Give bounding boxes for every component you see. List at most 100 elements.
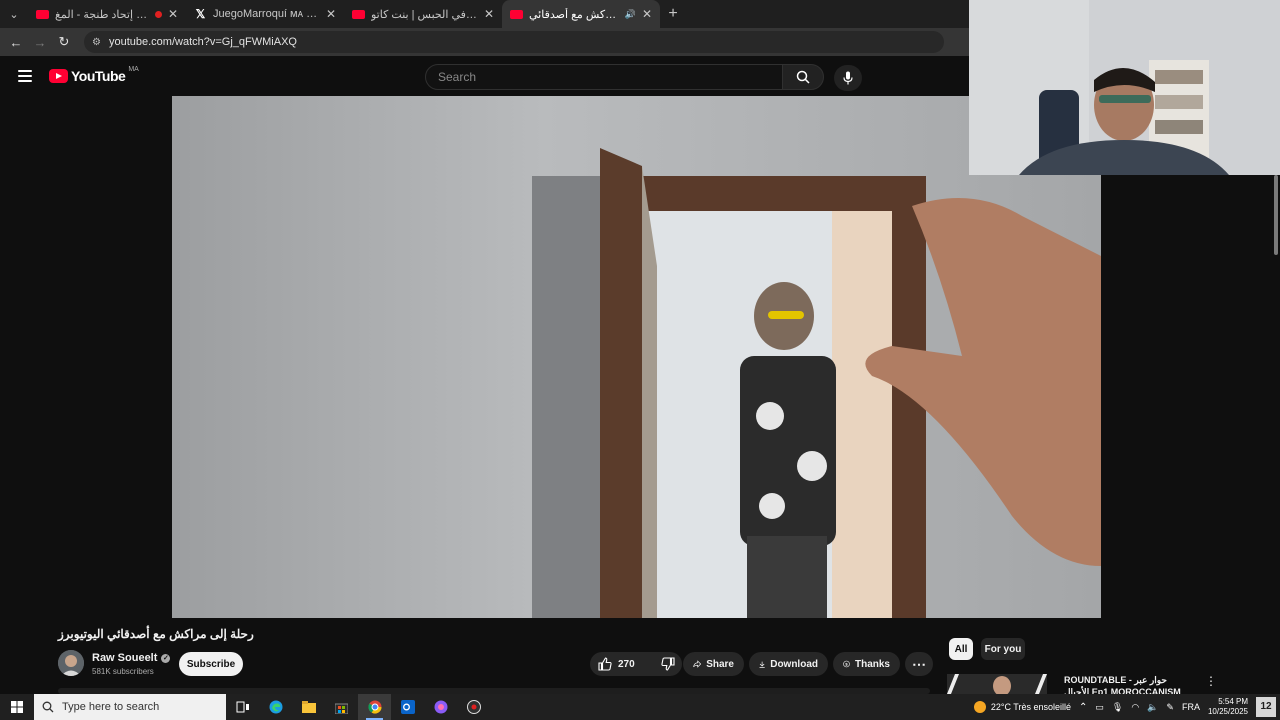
clock-date: 10/25/2025 xyxy=(1207,707,1248,716)
video-player[interactable] xyxy=(172,96,1101,618)
edge-browser-icon[interactable] xyxy=(259,694,292,720)
windows-start-icon[interactable] xyxy=(0,694,34,720)
recommendation-thumbnail[interactable] xyxy=(947,674,1047,694)
weather-widget[interactable]: 22°C Très ensoleillé xyxy=(973,701,1071,713)
youtube-icon xyxy=(36,9,49,19)
recommendation-title[interactable]: ROUNDTABLE - حوار عبر الأجيال Ep1 MOROCC… xyxy=(1064,674,1194,694)
video-title: رحلة إلى مراكش مع أصدقائي اليوتيوبرز xyxy=(58,627,254,641)
taskbar-search[interactable]: Type here to search xyxy=(34,694,226,720)
microsoft-store-icon[interactable] xyxy=(325,694,358,720)
channel-name-row[interactable]: Raw Soueelt ✓ xyxy=(92,652,171,664)
page-scrollbar[interactable] xyxy=(1272,175,1280,255)
new-tab-button[interactable]: + xyxy=(660,5,686,23)
search-box[interactable] xyxy=(425,64,783,90)
outlook-icon[interactable] xyxy=(391,694,424,720)
download-button[interactable]: Download xyxy=(749,652,828,676)
thanks-label: Thanks xyxy=(854,658,890,670)
tray-chevron-icon[interactable]: ⌃ xyxy=(1079,702,1087,713)
system-tray: 22°C Très ensoleillé ⌃ ▭ 🎙 ◠ 🔈 ✎ FRA 5:5… xyxy=(973,694,1280,720)
verified-badge-icon: ✓ xyxy=(161,653,171,663)
recommendation-menu-icon[interactable]: ⋮ xyxy=(1205,674,1217,688)
webcam-overlay xyxy=(969,0,1280,175)
webcam-image xyxy=(969,0,1280,175)
language-indicator[interactable]: FRA xyxy=(1182,702,1200,712)
microphone-icon xyxy=(843,71,853,85)
search-icon xyxy=(796,70,810,84)
browser-tab[interactable]: 𝕏 JuegoMarroquí ᴍᴀ on X: "Azze ✕ xyxy=(186,0,344,28)
channel-name[interactable]: Raw Soueelt xyxy=(92,652,157,664)
thumbnail-image xyxy=(947,674,1047,694)
clock-time: 5:54 PM xyxy=(1218,697,1248,706)
avatar-image xyxy=(58,650,84,676)
live-dot-icon xyxy=(154,10,162,18)
volume-icon[interactable]: 🔈 xyxy=(1147,702,1158,713)
sun-icon xyxy=(973,701,986,713)
search-icon xyxy=(42,701,54,713)
clock[interactable]: 5:54 PM 10/25/2025 xyxy=(1208,697,1248,717)
like-button[interactable]: 270 xyxy=(590,652,643,676)
close-tab-icon[interactable]: ✕ xyxy=(326,7,336,21)
thumbs-up-icon xyxy=(598,657,612,671)
chrome-icon[interactable] xyxy=(358,694,391,720)
pen-icon[interactable]: ✎ xyxy=(1166,702,1174,713)
x-icon: 𝕏 xyxy=(195,7,206,21)
dislike-button[interactable] xyxy=(653,652,683,676)
like-dislike-group: 270 xyxy=(590,652,682,676)
close-tab-icon[interactable]: ✕ xyxy=(642,7,652,21)
channel-avatar[interactable] xyxy=(58,650,84,676)
back-arrow-icon[interactable]: ← xyxy=(4,35,28,50)
obs-record-icon[interactable] xyxy=(457,694,490,720)
chip-all[interactable]: All xyxy=(949,638,973,660)
close-tab-icon[interactable]: ✕ xyxy=(168,7,178,21)
search-button[interactable] xyxy=(782,64,824,90)
download-icon xyxy=(759,661,765,668)
more-actions-icon[interactable]: ⋯ xyxy=(905,652,933,676)
youtube-icon xyxy=(352,9,365,19)
voice-search-button[interactable] xyxy=(834,65,862,91)
address-bar[interactable]: ⚙ youtube.com/watch?v=Gj_qFWMiAXQ xyxy=(84,31,944,53)
thanks-dollar-icon: $ xyxy=(843,660,850,668)
chip-for-you[interactable]: For you xyxy=(981,638,1025,660)
copilot-icon[interactable] xyxy=(424,694,457,720)
reload-icon[interactable]: ↻ xyxy=(52,34,76,50)
tab-title: JuegoMarroquí ᴍᴀ on X: "Azze xyxy=(213,8,320,20)
youtube-icon xyxy=(510,9,523,19)
url-text: youtube.com/watch?v=Gj_qFWMiAXQ xyxy=(108,36,297,48)
share-button[interactable]: Share xyxy=(683,652,744,676)
thumbs-down-icon xyxy=(661,657,675,671)
browser-tab[interactable]: ديدي ديجوه في الحبس | بنت كاتو ✕ xyxy=(344,0,502,28)
forward-arrow-icon[interactable]: → xyxy=(28,35,52,50)
youtube-play-icon xyxy=(49,69,68,83)
country-code: MA xyxy=(128,65,139,73)
svg-text:$: $ xyxy=(845,661,848,666)
taskbar-search-placeholder: Type here to search xyxy=(62,701,160,713)
close-tab-icon[interactable]: ✕ xyxy=(484,7,494,21)
menu-icon[interactable] xyxy=(18,70,32,82)
audio-icon[interactable]: 🔊 xyxy=(625,9,636,20)
network-icon[interactable]: ▭ xyxy=(1095,702,1104,713)
weather-text: 22°C Très ensoleillé xyxy=(990,702,1071,712)
download-label: Download xyxy=(770,658,818,670)
notification-badge-icon[interactable]: 12 xyxy=(1256,697,1276,717)
tab-title: بث مباشر | إتحاد طنجة - المغ xyxy=(55,8,149,21)
task-view-icon[interactable] xyxy=(226,694,259,720)
subscriber-count: 581K subscribers xyxy=(92,667,154,676)
thanks-button[interactable]: $ Thanks xyxy=(833,652,900,676)
tab-title: ديدي ديجوه في الحبس | بنت كاتو xyxy=(371,8,478,21)
browser-tab[interactable]: بث مباشر | إتحاد طنجة - المغ ✕ xyxy=(28,0,186,28)
tab-search-chevron-icon[interactable]: ⌄ xyxy=(0,0,28,28)
like-count: 270 xyxy=(618,658,635,670)
browser-tab-active[interactable]: رحلة إلى مراكش مع أصدقائي 🔊 ✕ xyxy=(502,0,660,28)
site-info-icon[interactable]: ⚙ xyxy=(92,37,101,48)
subscribe-button[interactable]: Subscribe xyxy=(179,652,243,676)
search-input[interactable] xyxy=(436,69,782,85)
mic-tray-icon[interactable]: 🎙 xyxy=(1112,702,1123,713)
share-label: Share xyxy=(706,658,734,670)
wifi-icon[interactable]: ◠ xyxy=(1131,702,1139,713)
video-frame xyxy=(172,96,1101,618)
logo-text: YouTube xyxy=(71,68,126,84)
tab-title: رحلة إلى مراكش مع أصدقائي xyxy=(529,8,619,21)
windows-logo-icon xyxy=(11,701,23,713)
youtube-logo[interactable]: YouTube MA xyxy=(49,65,139,84)
file-explorer-icon[interactable] xyxy=(292,694,325,720)
